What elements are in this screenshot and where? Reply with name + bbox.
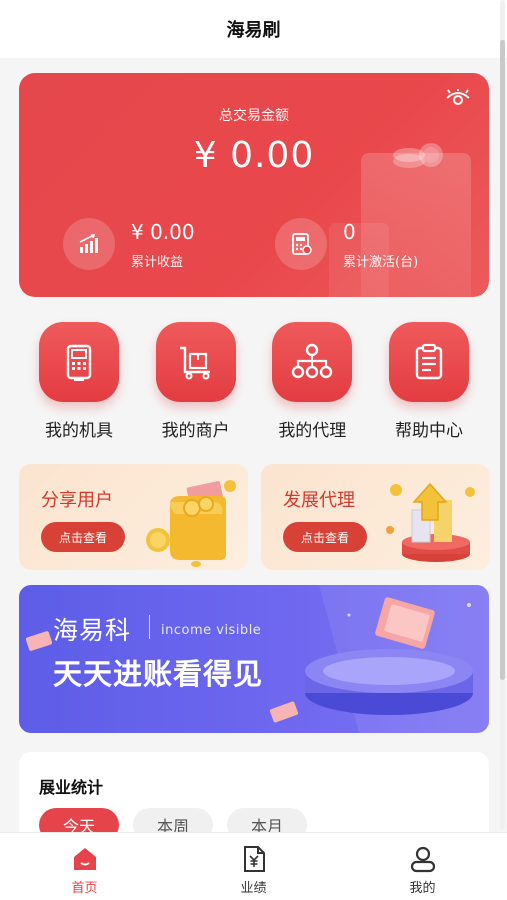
transaction-summary-card: 总交易金额 ¥ 0.00 ¥ 0.00 累计收益 0 累计激活(台) xyxy=(19,73,489,297)
page-title: 海易刷 xyxy=(226,20,281,41)
promo-title: 发展代理 xyxy=(283,490,355,511)
home-icon xyxy=(73,848,96,870)
scrollbar-thumb[interactable] xyxy=(500,40,505,680)
quick-actions: 我的机具 我的商户 我的代理 帮助中心 xyxy=(19,322,489,442)
total-amount-value: ¥ 0.00 xyxy=(193,135,315,176)
app-header: 海易刷 xyxy=(0,0,507,58)
promo-view-button[interactable]: 点击查看 xyxy=(283,522,367,552)
stats-title: 展业统计 xyxy=(39,778,104,797)
banner-brand: 海易科 xyxy=(53,616,132,645)
bottom-nav: 首页 业绩 我的 xyxy=(0,832,507,900)
clipboard-icon[interactable] xyxy=(388,322,469,402)
total-amount-label: 总交易金额 xyxy=(219,108,289,124)
network-icon[interactable] xyxy=(272,322,353,402)
bar-chart-icon xyxy=(63,218,115,270)
action-label: 帮助中心 xyxy=(394,421,463,441)
growth-arrow-icon xyxy=(386,482,475,562)
nav-performance[interactable]: 业绩 xyxy=(169,833,338,900)
nav-label: 我的 xyxy=(409,881,436,896)
banner-divider xyxy=(149,615,150,639)
user-icon xyxy=(410,846,435,873)
action-label: 我的代理 xyxy=(278,421,347,441)
platform-illustration xyxy=(269,585,489,733)
action-label: 我的机具 xyxy=(45,421,113,441)
nav-label: 首页 xyxy=(71,881,98,896)
promo-view-button[interactable]: 点击查看 xyxy=(41,522,125,552)
banner-slogan: 天天进账看得见 xyxy=(53,657,264,691)
promo-share-users[interactable]: 分享用户 点击查看 xyxy=(19,464,248,570)
banner-english: income visible xyxy=(161,623,262,638)
promo-title: 分享用户 xyxy=(41,490,113,511)
action-help-center[interactable]: 帮助中心 xyxy=(387,322,471,442)
cart-icon[interactable] xyxy=(155,322,236,402)
activations-value: 0 xyxy=(343,219,356,244)
pos-terminal-icon[interactable] xyxy=(39,322,119,402)
activations-stat: 0 累计激活(台) xyxy=(275,218,418,270)
earnings-label: 累计收益 xyxy=(131,254,184,270)
income-banner[interactable]: 海易科 income visible 天天进账看得见 xyxy=(19,585,489,733)
banknote-icon xyxy=(25,631,53,651)
activations-label: 累计激活(台) xyxy=(343,254,419,270)
action-label: 我的商户 xyxy=(161,421,230,441)
action-my-agents[interactable]: 我的代理 xyxy=(270,322,354,442)
earnings-stat: ¥ 0.00 累计收益 xyxy=(63,218,195,270)
document-yen-icon xyxy=(243,846,265,872)
action-my-merchants[interactable]: 我的商户 xyxy=(154,322,238,442)
nav-home[interactable]: 首页 xyxy=(0,833,169,900)
calculator-icon xyxy=(275,218,327,270)
wallet-icon xyxy=(146,480,236,567)
action-my-devices[interactable]: 我的机具 xyxy=(37,322,121,442)
nav-profile[interactable]: 我的 xyxy=(338,833,507,900)
promo-develop-agents[interactable]: 发展代理 点击查看 xyxy=(261,464,490,570)
nav-label: 业绩 xyxy=(240,881,267,896)
earnings-value: ¥ 0.00 xyxy=(131,219,195,244)
